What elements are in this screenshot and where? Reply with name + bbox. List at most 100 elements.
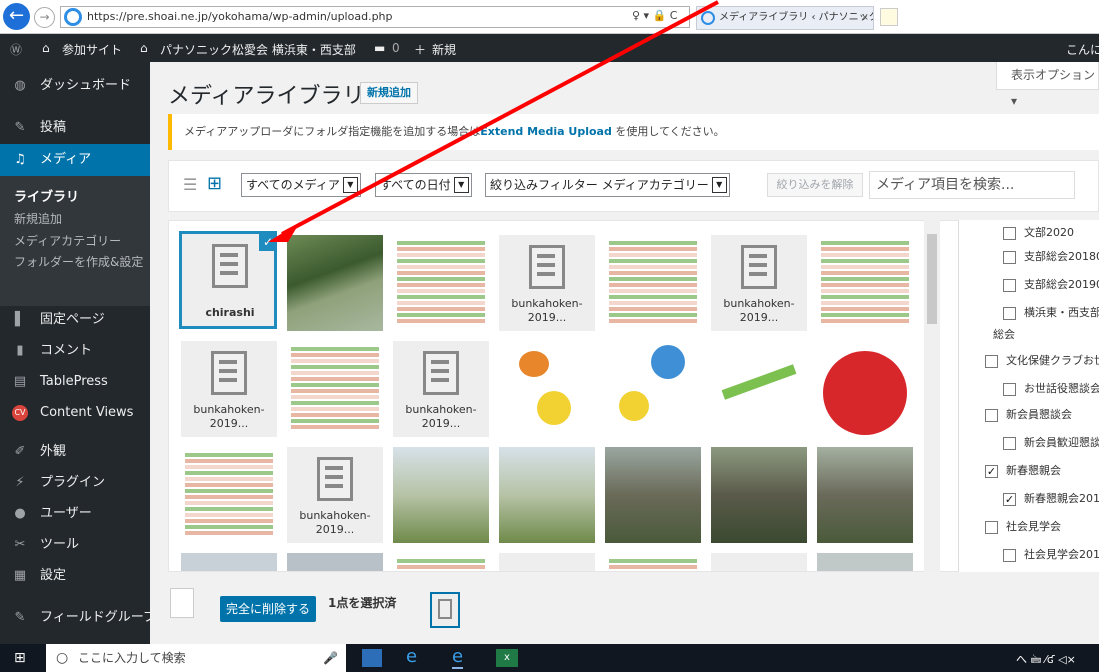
media-item-butterfly-illustration[interactable]	[499, 341, 595, 437]
media-item-spreadsheet[interactable]	[605, 553, 701, 571]
comments-count[interactable]: 0	[392, 41, 400, 55]
grid-view-icon[interactable]: ⊞	[207, 173, 222, 194]
media-type-select[interactable]: すべてのメディア ▼	[241, 173, 361, 197]
media-item-group-photo[interactable]	[711, 447, 807, 543]
checkbox-icon[interactable]	[1003, 250, 1016, 264]
category-select[interactable]: 絞り込みフィルター メディアカテゴリー ▼	[485, 173, 730, 197]
screen-options-button[interactable]: 表示オプション ▾	[996, 62, 1099, 108]
category-item[interactable]: ✓ 新春懇親会	[985, 462, 1061, 478]
sidebar-item-tools[interactable]: ✂ ツール	[0, 529, 150, 561]
checkbox-icon[interactable]	[1003, 436, 1016, 450]
category-item[interactable]: 社会見学会	[985, 518, 1061, 534]
date-select[interactable]: すべての日付 ▼	[375, 173, 472, 197]
media-item-photo[interactable]	[287, 553, 383, 571]
submenu-create-folder[interactable]: フォルダーを作成&設定	[0, 254, 146, 270]
media-item-document[interactable]	[711, 553, 807, 571]
category-item[interactable]: お世話役懇談会	[1003, 380, 1099, 396]
media-item-spreadsheet[interactable]	[605, 235, 701, 331]
category-item[interactable]: 支部総会20180	[1003, 248, 1099, 264]
checkbox-icon[interactable]	[985, 408, 998, 422]
checkbox-icon[interactable]	[1003, 382, 1016, 396]
clear-filter-button[interactable]: 絞り込みを解除	[767, 173, 863, 197]
media-item-spreadsheet[interactable]	[287, 341, 383, 437]
category-item[interactable]: 文化保健クラブお世	[985, 352, 1099, 368]
media-item-ladybug-illustration[interactable]	[817, 341, 913, 437]
close-tab-icon[interactable]: ×	[861, 7, 869, 29]
delete-permanently-button[interactable]: 完全に削除する	[220, 596, 316, 622]
submenu-add-new[interactable]: 新規追加	[0, 210, 150, 227]
edge-icon[interactable]: e	[406, 646, 417, 667]
checkbox-icon[interactable]	[985, 354, 998, 368]
taskbar-search-input[interactable]: ○ ここに入力して検索 🎤	[46, 644, 346, 672]
media-item-watercolor[interactable]	[393, 447, 489, 543]
new-content-link[interactable]: 新規	[432, 41, 456, 58]
media-item-group-photo[interactable]	[605, 447, 701, 543]
excel-icon[interactable]: x	[496, 649, 518, 667]
media-item-watercolor[interactable]	[499, 447, 595, 543]
media-item-document[interactable]	[499, 553, 595, 571]
checked-checkbox-icon[interactable]: ✓	[985, 464, 998, 478]
sidebar-item-settings[interactable]: ▦ 設定	[0, 560, 150, 592]
media-item-spreadsheet[interactable]	[393, 235, 489, 331]
category-item[interactable]: 総会	[993, 326, 1015, 342]
category-item[interactable]: 社会見学会2018	[1003, 546, 1099, 562]
checkbox-icon[interactable]	[1003, 226, 1016, 240]
checkbox-icon[interactable]	[1003, 548, 1016, 562]
internet-explorer-icon[interactable]: e	[452, 646, 464, 669]
media-item-photo[interactable]	[181, 553, 277, 571]
selected-thumbnail[interactable]	[430, 592, 460, 628]
media-item-dragonfly-illustration[interactable]	[711, 341, 807, 437]
media-item-spreadsheet[interactable]	[181, 447, 277, 543]
sidebar-item-posts[interactable]: ✎ 投稿	[0, 112, 150, 144]
checkbox-icon[interactable]	[985, 520, 998, 534]
forward-arrow-icon[interactable]: →	[34, 7, 55, 28]
greeting-text[interactable]: こんに	[1066, 41, 1099, 58]
media-item-document[interactable]: bunkahoken-2019...	[711, 235, 807, 331]
media-item-document[interactable]: bunkahoken-2019...	[181, 341, 277, 437]
category-item[interactable]: 横浜東・西支部	[1003, 304, 1099, 320]
sidebar-item-field-groups[interactable]: ✎ フィールドグループ	[0, 602, 156, 634]
address-tools[interactable]: ♀ ▾ 🔒 C	[632, 9, 677, 22]
sidebar-item-comments[interactable]: ▮ コメント	[0, 335, 150, 367]
sidebar-item-dashboard[interactable]: ◍ ダッシュボード	[0, 70, 150, 102]
category-item[interactable]: 新会員歓迎懇談	[1003, 434, 1099, 450]
browser-tab[interactable]: メディアライブラリ ‹ パナソニック... ×	[696, 6, 874, 30]
checked-checkbox-icon[interactable]: ✓	[1003, 492, 1016, 506]
system-tray[interactable]: へ 🖮 ⁄ʛ ◁×	[1016, 651, 1076, 670]
wordpress-logo-icon[interactable]: Ⓦ	[10, 41, 22, 58]
category-item[interactable]: 新会員懇談会	[985, 406, 1072, 422]
check-icon[interactable]: ✓	[259, 233, 277, 251]
media-item-photo[interactable]	[287, 235, 383, 331]
my-sites-link[interactable]: 参加サイト	[62, 41, 122, 58]
media-item-group-photo[interactable]	[817, 447, 913, 543]
new-tab-button[interactable]	[880, 8, 898, 26]
sidebar-item-media[interactable]: ♫ メディア	[0, 144, 150, 176]
sidebar-item-appearance[interactable]: ✐ 外観	[0, 436, 150, 468]
category-item[interactable]: 文部2020	[1003, 224, 1074, 240]
sidebar-item-tablepress[interactable]: ▤ TablePress	[0, 366, 150, 398]
media-item-photo[interactable]	[817, 553, 913, 571]
extend-media-upload-link[interactable]: Extend Media Upload	[480, 125, 612, 138]
media-item-document[interactable]: bunkahoken-2019...	[499, 235, 595, 331]
submenu-media-category[interactable]: メディアカテゴリー	[0, 232, 150, 249]
list-view-icon[interactable]: ☰	[183, 175, 197, 194]
add-new-button[interactable]: 新規追加	[360, 82, 418, 104]
select-checkbox[interactable]	[170, 588, 194, 618]
media-item-document[interactable]: bunkahoken-2019...	[393, 341, 489, 437]
media-item-spreadsheet[interactable]	[817, 235, 913, 331]
checkbox-icon[interactable]	[1003, 278, 1016, 292]
windows-start-icon[interactable]: ⊞	[14, 650, 26, 666]
grid-scrollbar-thumb[interactable]	[927, 234, 937, 324]
category-item[interactable]: 支部総会20190	[1003, 276, 1099, 292]
file-explorer-icon[interactable]	[362, 649, 382, 667]
microphone-icon[interactable]: 🎤	[323, 644, 338, 672]
media-item-document[interactable]: bunkahoken-2019...	[287, 447, 383, 543]
back-arrow-icon[interactable]: ←	[3, 3, 30, 30]
submenu-library[interactable]: ライブラリ	[0, 186, 150, 205]
media-search-input[interactable]: メディア項目を検索...	[869, 171, 1075, 199]
checkbox-icon[interactable]	[1003, 306, 1016, 320]
sidebar-item-content-views[interactable]: CV Content Views	[0, 397, 150, 429]
sidebar-item-pages[interactable]: ▌ 固定ページ	[0, 304, 150, 336]
site-name-link[interactable]: パナソニック松愛会 横浜東・西支部	[160, 41, 356, 58]
category-item[interactable]: ✓ 新春懇親会2019	[1003, 490, 1099, 506]
